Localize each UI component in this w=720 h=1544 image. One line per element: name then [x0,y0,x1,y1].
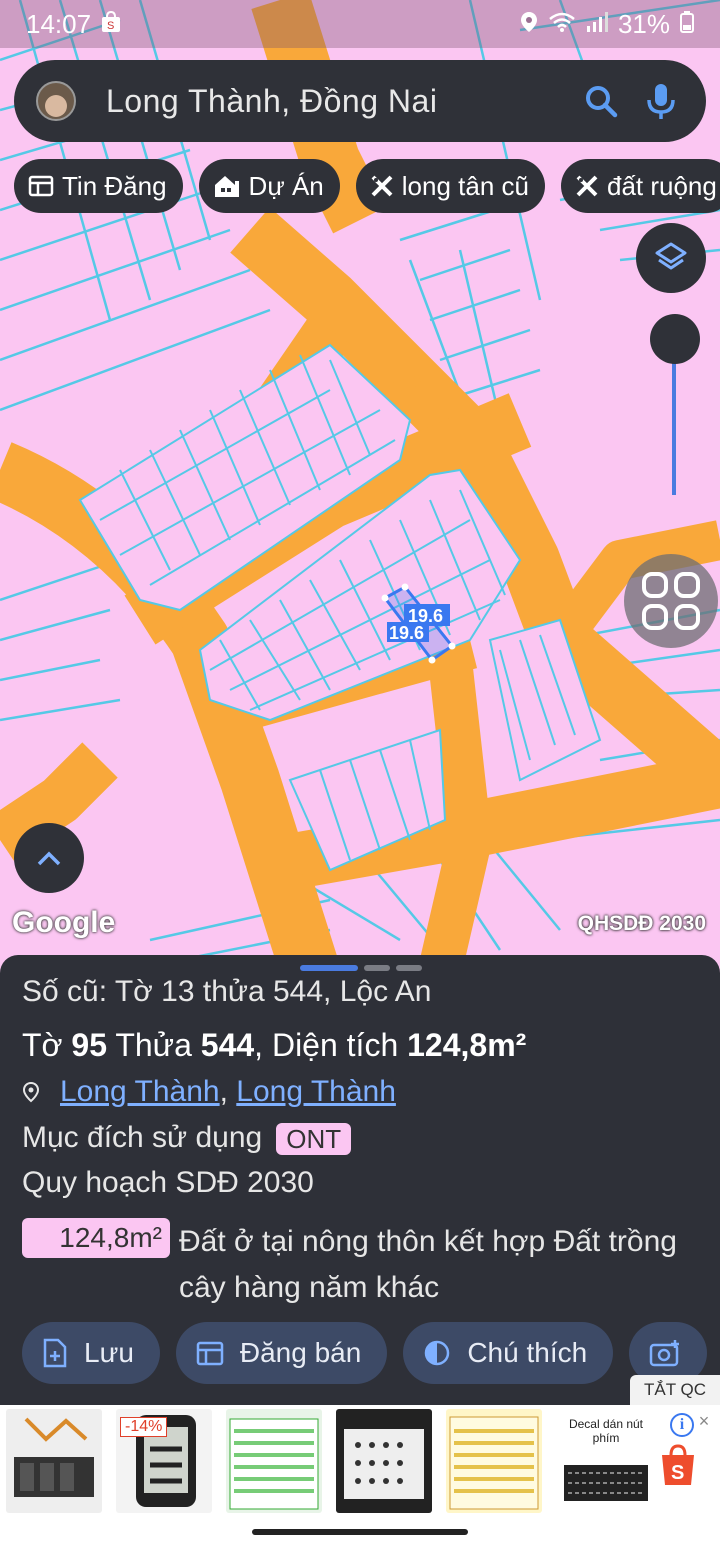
battery-icon [680,9,694,40]
microphone-icon[interactable] [638,78,684,124]
land-use-purpose: Mục đích sử dụng ONT [22,1121,352,1156]
shopee-notification-icon: S [101,9,121,40]
parcel-location: Long Thành, Long Thành [22,1075,396,1109]
svg-text:S: S [107,20,114,32]
grid-menu-button[interactable] [624,554,718,648]
ad-info-icon[interactable]: i [670,1413,694,1437]
sheet-page-indicator[interactable] [300,965,422,971]
layers-icon [655,242,687,270]
chip-label: Dự Án [248,170,324,201]
app-screen: 19.6 19.6 14:07 S 31% Long Thành, Đồng N… [0,0,720,1544]
ad-product-electronic[interactable] [6,1409,102,1513]
add-document-icon [43,1338,67,1368]
parcel-edge-label: 19.6 [389,623,424,643]
chip-label: đất ruộng [606,170,717,201]
ad-product-key-decal[interactable]: Decal dán nút phím [556,1409,656,1513]
post-for-sale-label: Đăng bán [239,1337,362,1368]
purpose-code-badge: ONT [276,1123,352,1156]
building-icon [214,176,239,197]
avatar[interactable] [36,81,76,121]
ad-product-sim-list-yellow[interactable] [446,1409,542,1513]
location-link[interactable]: Long Thành [60,1075,220,1108]
contrast-icon [425,1340,450,1366]
layer-label: QHSDĐ 2030 [577,912,706,935]
ad-banner[interactable]: -14% Decal dán nút phím i S × [0,1405,720,1517]
battery-percent: 31% [617,8,670,39]
signal-icon [586,9,608,40]
ad-close-icon[interactable]: × [694,1411,714,1431]
google-attribution: Google [12,906,116,939]
layers-button[interactable] [636,223,706,293]
plan-area-badge: 124,8m² [22,1218,170,1258]
chip-dat-ruong[interactable]: đất ruộng [560,159,720,213]
opacity-slider-track[interactable] [672,360,676,495]
post-for-sale-button[interactable]: Đăng bán [175,1322,388,1384]
calendar-icon [196,1341,224,1366]
opacity-slider-thumb[interactable] [650,314,700,364]
shopee-icon: S [658,1443,698,1492]
legend-button[interactable]: Chú thích [403,1322,614,1384]
search-icon[interactable] [578,78,624,124]
chevron-up-icon [37,851,61,866]
location-pin-icon [22,1081,40,1103]
parcel-title: Tờ 95 Thửa 544, Diện tích 124,8m² [22,1027,527,1063]
status-time: 14:07 [26,8,92,39]
filter-chips: Tin Đăng Dự Án long tân cũ đất ruộng [14,159,720,213]
legend-label: Chú thích [467,1337,588,1368]
location-icon [520,9,538,40]
ad-product-keyboard-panel[interactable] [336,1409,432,1513]
svg-text:S: S [671,1462,684,1484]
plan-description: Đất ở tại nông thôn kết hợp Đất trồng câ… [179,1225,677,1304]
newspaper-icon [28,175,54,197]
location-link[interactable]: Long Thành [236,1075,396,1108]
search-input[interactable]: Long Thành, Đồng Nai [106,83,564,120]
home-gesture-handle[interactable] [252,1529,468,1535]
map-view[interactable]: 19.6 19.6 [0,0,720,970]
ad-product-cycle-computer[interactable]: -14% [116,1409,212,1513]
chip-tin-dang[interactable]: Tin Đăng [14,159,183,213]
hide-ads-button[interactable]: TẮT QC [630,1375,720,1405]
save-label: Lưu [84,1337,134,1368]
save-button[interactable]: Lưu [22,1322,160,1384]
expand-button[interactable] [14,823,84,893]
navigation-bar [0,1517,720,1544]
discount-badge: -14% [120,1417,168,1437]
plan-heading: Quy hoạch SDĐ 2030 [22,1166,314,1199]
parcel-info-sheet[interactable]: Số cũ: Tờ 13 thửa 544, Lộc An Tờ 95 Thửa… [0,955,720,1405]
old-parcel-info: Số cũ: Tờ 13 thửa 544, Lộc An [22,975,432,1008]
chip-label: Tin Đăng [62,170,167,201]
action-buttons: Lưu Đăng bán Chú thích [22,1322,708,1384]
ad-decal-title: Decal dán nút phím [568,1417,644,1445]
search-bar[interactable]: Long Thành, Đồng Nai [14,60,706,142]
wifi-icon [548,9,576,40]
chip-du-an[interactable]: Dự Án [198,159,340,213]
tools-icon [371,175,393,197]
grid-icon [642,572,700,630]
ad-product-sim-list[interactable] [226,1409,322,1513]
status-bar: 14:07 S 31% [0,0,720,48]
chip-label: long tân cũ [401,170,529,201]
tools-icon [576,175,598,197]
chip-long-tan-cu[interactable]: long tân cũ [355,159,545,213]
add-photo-icon [649,1340,680,1367]
